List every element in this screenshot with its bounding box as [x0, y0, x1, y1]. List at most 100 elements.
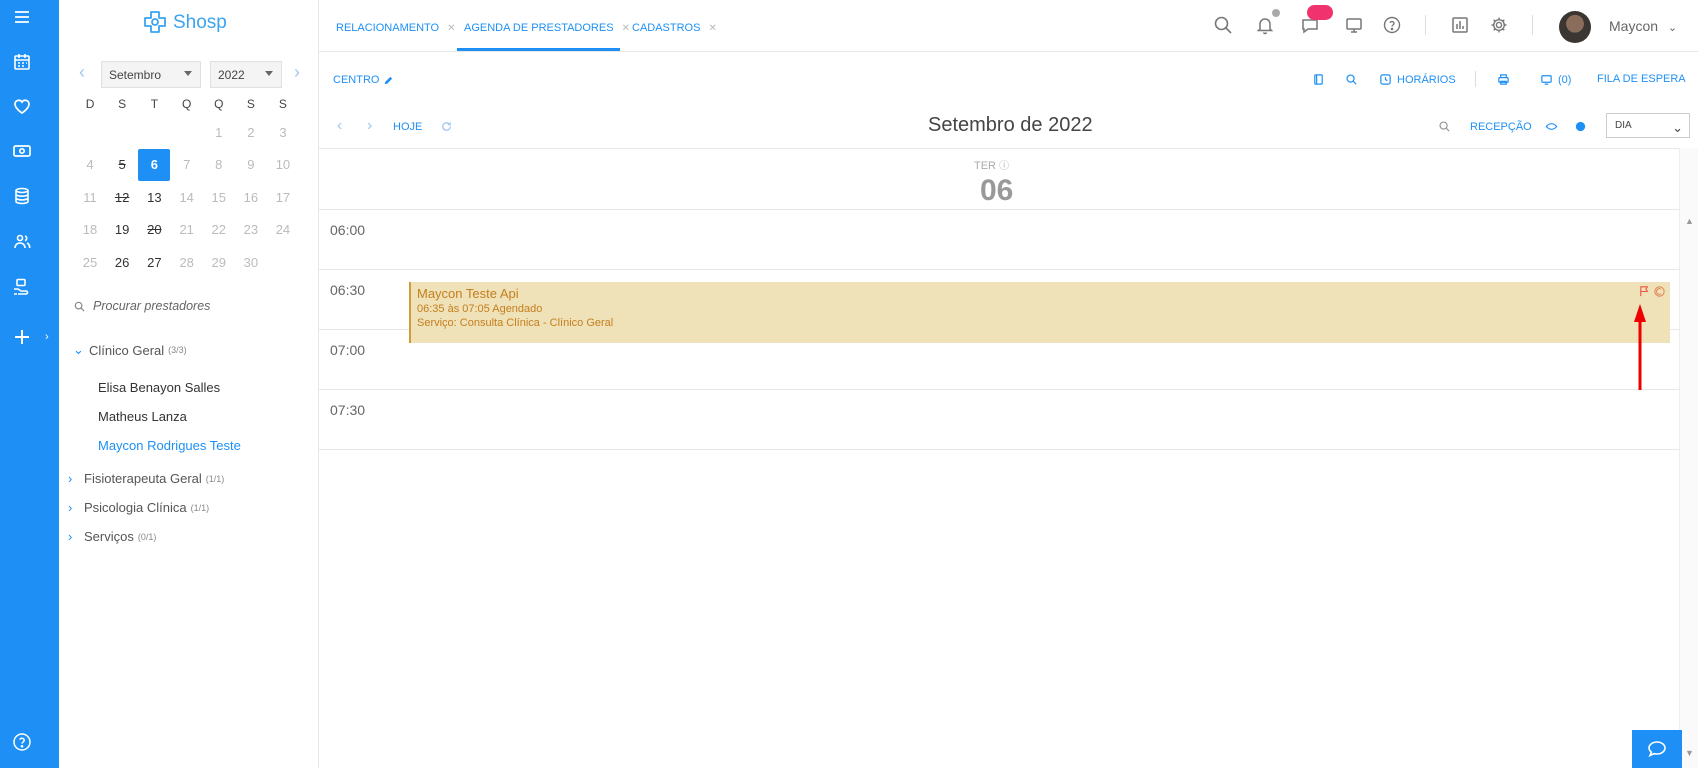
flag-icon[interactable]	[1638, 285, 1651, 298]
user-group-icon[interactable]	[0, 227, 44, 257]
recepcao-link[interactable]: RECEPÇÃO	[1470, 121, 1532, 133]
calendar-day[interactable]: 15	[203, 181, 235, 214]
calendar-day[interactable]: 6	[138, 148, 171, 182]
calendar-day[interactable]: 24	[267, 214, 299, 247]
close-icon[interactable]: ✕	[622, 23, 630, 34]
day-number: 06	[980, 174, 1014, 207]
calendar-empty	[74, 116, 106, 149]
scrollbar[interactable]: ▲ ▼	[1679, 148, 1698, 768]
calendar-icon[interactable]	[0, 47, 44, 77]
calendar-empty	[106, 116, 138, 149]
info-icon[interactable]: ⓘ	[999, 161, 1009, 172]
next-icon[interactable]: ›	[367, 117, 372, 135]
close-icon[interactable]: ✕	[447, 23, 455, 34]
avatar[interactable]	[1559, 11, 1591, 43]
calendar-day[interactable]: 13	[138, 181, 170, 214]
book-icon[interactable]	[1312, 73, 1325, 86]
gear-icon[interactable]	[1487, 13, 1511, 37]
calendar-day[interactable]: 28	[171, 246, 203, 279]
group-psicologia[interactable]: › Psicologia Clínica (1/1)	[68, 493, 308, 522]
chevron-right-icon[interactable]: ›	[45, 331, 49, 343]
reports-icon[interactable]	[1448, 13, 1472, 37]
money-icon[interactable]	[0, 136, 44, 166]
calendar-day[interactable]: 25	[74, 246, 106, 279]
hand-icon[interactable]	[0, 272, 44, 302]
calendar-day[interactable]: 4	[74, 149, 106, 182]
calendar-day[interactable]: 2	[235, 116, 267, 149]
menu-icon[interactable]	[0, 2, 44, 32]
fila-de-espera-link[interactable]: FILA DE ESPERA	[1597, 73, 1686, 85]
queue-count-button[interactable]: (0)	[1540, 73, 1571, 86]
weekday-label: TER	[974, 160, 996, 172]
provider-item[interactable]: Elisa Benayon Salles	[68, 373, 308, 402]
calendar-day[interactable]: 9	[235, 149, 267, 182]
help-icon[interactable]	[1380, 13, 1404, 37]
calendar-day[interactable]: 18	[74, 214, 106, 247]
calendar-day[interactable]: 8	[203, 149, 235, 182]
prev-month-icon[interactable]: ‹	[79, 62, 85, 83]
hoje-button[interactable]: HOJE	[393, 121, 422, 133]
monitor-icon[interactable]	[1342, 13, 1366, 37]
refresh-icon[interactable]	[440, 120, 453, 133]
user-menu[interactable]: Maycon ⌄	[1609, 18, 1677, 34]
calendar-day[interactable]: 19	[106, 214, 138, 247]
add-icon[interactable]	[0, 322, 44, 352]
provider-item[interactable]: Matheus Lanza	[68, 402, 308, 431]
dot-icon[interactable]	[1574, 120, 1587, 133]
fila-label: FILA DE ESPERA	[1597, 73, 1686, 85]
calendar-day[interactable]: 7	[171, 149, 203, 182]
search-icon[interactable]	[1211, 13, 1235, 37]
group-count: (3/3)	[168, 345, 187, 355]
calendar-day[interactable]: 26	[106, 246, 138, 279]
database-icon[interactable]	[0, 181, 44, 211]
calendar-day[interactable]: 5	[106, 149, 138, 182]
time-slot[interactable]: 06:00	[319, 210, 1679, 270]
calendar-day[interactable]: 30	[235, 246, 267, 279]
tab-agenda-de-prestadores[interactable]: AGENDA DE PRESTADORES ✕	[464, 22, 630, 34]
tab-relacionamento[interactable]: RELACIONAMENTO ✕	[336, 22, 455, 34]
group-clinico-geral[interactable]: ⌄ Clínico Geral (3/3)	[73, 340, 308, 360]
chat-widget-button[interactable]	[1632, 730, 1682, 768]
tab-cadastros[interactable]: CADASTROS ✕	[632, 22, 717, 34]
group-fisioterapeuta[interactable]: › Fisioterapeuta Geral (1/1)	[68, 464, 308, 493]
calendar-day[interactable]: 22	[203, 214, 235, 247]
print-icon[interactable]	[1497, 73, 1510, 86]
calendar-day[interactable]: 12	[106, 181, 138, 214]
calendar-day[interactable]: 17	[267, 181, 299, 214]
search-icon[interactable]	[1345, 73, 1358, 86]
search-icon	[74, 301, 85, 312]
calendar-day[interactable]: 29	[203, 246, 235, 279]
year-select[interactable]: 2022	[210, 61, 282, 88]
calendar-day[interactable]: 1	[203, 116, 235, 149]
scroll-up-icon[interactable]: ▲	[1685, 216, 1694, 226]
prev-icon[interactable]: ‹	[337, 117, 342, 135]
calendar-day[interactable]: 14	[171, 181, 203, 214]
eye-icon[interactable]	[1545, 120, 1558, 133]
help-icon[interactable]	[0, 727, 44, 757]
group-servicos[interactable]: › Serviços (0/1)	[68, 522, 308, 551]
appointment-card[interactable]: Maycon Teste Api 06:35 às 07:05 Agendado…	[409, 282, 1670, 343]
day-header: TER ⓘ 06	[319, 148, 1679, 210]
calendar-day[interactable]: 3	[267, 116, 299, 149]
calendar-day[interactable]: 27	[138, 246, 170, 279]
time-slot[interactable]: 07:30	[319, 390, 1679, 450]
next-month-icon[interactable]: ›	[294, 62, 300, 83]
provider-search[interactable]: Procurar prestadores	[74, 299, 210, 313]
view-select[interactable]: DIA ⌄	[1606, 113, 1690, 138]
tab-label: AGENDA DE PRESTADORES	[464, 22, 614, 34]
calendar-day[interactable]: 21	[171, 214, 203, 247]
close-icon[interactable]: ✕	[708, 23, 716, 34]
calendar-day[interactable]: 23	[235, 214, 267, 247]
calendar-day[interactable]: 16	[235, 181, 267, 214]
month-select[interactable]: Setembro	[101, 61, 201, 88]
horarios-button[interactable]: HORÁRIOS	[1379, 73, 1456, 86]
scroll-down-icon[interactable]: ▼	[1685, 748, 1694, 758]
heart-icon[interactable]	[0, 91, 44, 121]
calendar-day[interactable]: 11	[74, 181, 106, 214]
provider-item-active[interactable]: Maycon Rodrigues Teste	[68, 431, 308, 460]
status-icon[interactable]	[1653, 285, 1666, 298]
calendar-day[interactable]: 20	[138, 214, 170, 247]
search-icon[interactable]	[1438, 120, 1451, 133]
calendar-day[interactable]: 10	[267, 149, 299, 182]
centro-link[interactable]: CENTRO	[333, 74, 394, 86]
